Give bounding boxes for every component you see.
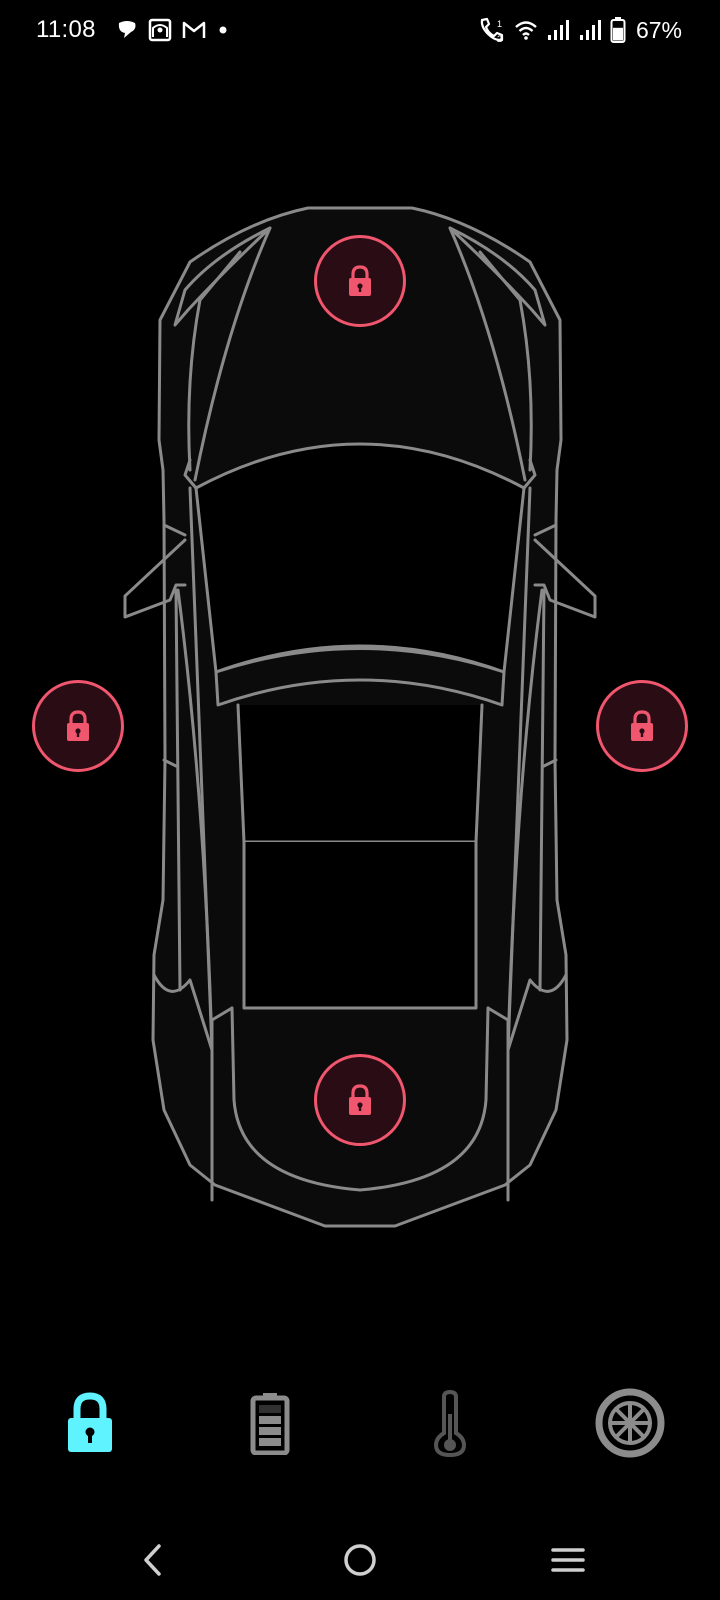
- signal-sim2-icon: [578, 19, 602, 41]
- recents-menu-button[interactable]: [528, 1520, 608, 1600]
- lock-icon: [349, 265, 371, 296]
- notification-icons: [116, 14, 230, 46]
- battery-icon: [610, 17, 626, 43]
- battery-percent: 67%: [635, 16, 682, 43]
- car-view: [0, 180, 720, 1260]
- system-status-icons: 1 2 67%: [478, 14, 682, 46]
- more-dot-icon: [216, 23, 230, 37]
- wifi-icon: [514, 19, 538, 41]
- app-screen: 11:08 1 2 67%: [0, 0, 720, 1600]
- menu-icon: [551, 1548, 585, 1572]
- tab-climate[interactable]: [405, 1378, 495, 1468]
- lock-icon: [631, 710, 653, 741]
- chat-bubble-icon: [116, 19, 138, 41]
- status-bar: 11:08 1 2 67%: [0, 0, 720, 60]
- wifi-calling-icon: 1 2: [478, 17, 506, 43]
- tire-icon: [595, 1388, 665, 1458]
- front-lock-button[interactable]: [314, 235, 406, 327]
- svg-text:1: 1: [497, 19, 502, 29]
- gmail-icon: [182, 20, 206, 40]
- tab-locks[interactable]: [45, 1378, 135, 1468]
- tab-tires[interactable]: [585, 1378, 675, 1468]
- lock-icon: [67, 710, 89, 741]
- system-nav-bar: [0, 1520, 720, 1600]
- signal-sim1-icon: [546, 19, 570, 41]
- lock-icon: [68, 1392, 112, 1452]
- left-door-lock-button[interactable]: [32, 680, 124, 772]
- bottom-tab-bar: [0, 1378, 720, 1468]
- status-time: 11:08: [36, 16, 96, 43]
- thermometer-icon: [433, 1389, 467, 1457]
- back-button[interactable]: [113, 1520, 193, 1600]
- right-door-lock-button[interactable]: [596, 680, 688, 772]
- tab-battery[interactable]: [225, 1378, 315, 1468]
- photo-notification-icon: [148, 18, 172, 42]
- back-icon: [144, 1544, 161, 1576]
- battery-icon: [250, 1393, 290, 1455]
- lock-icon: [349, 1084, 371, 1115]
- home-button[interactable]: [320, 1520, 400, 1600]
- rear-trunk-lock-button[interactable]: [314, 1054, 406, 1146]
- home-icon: [344, 1544, 376, 1576]
- svg-text:2: 2: [497, 34, 502, 43]
